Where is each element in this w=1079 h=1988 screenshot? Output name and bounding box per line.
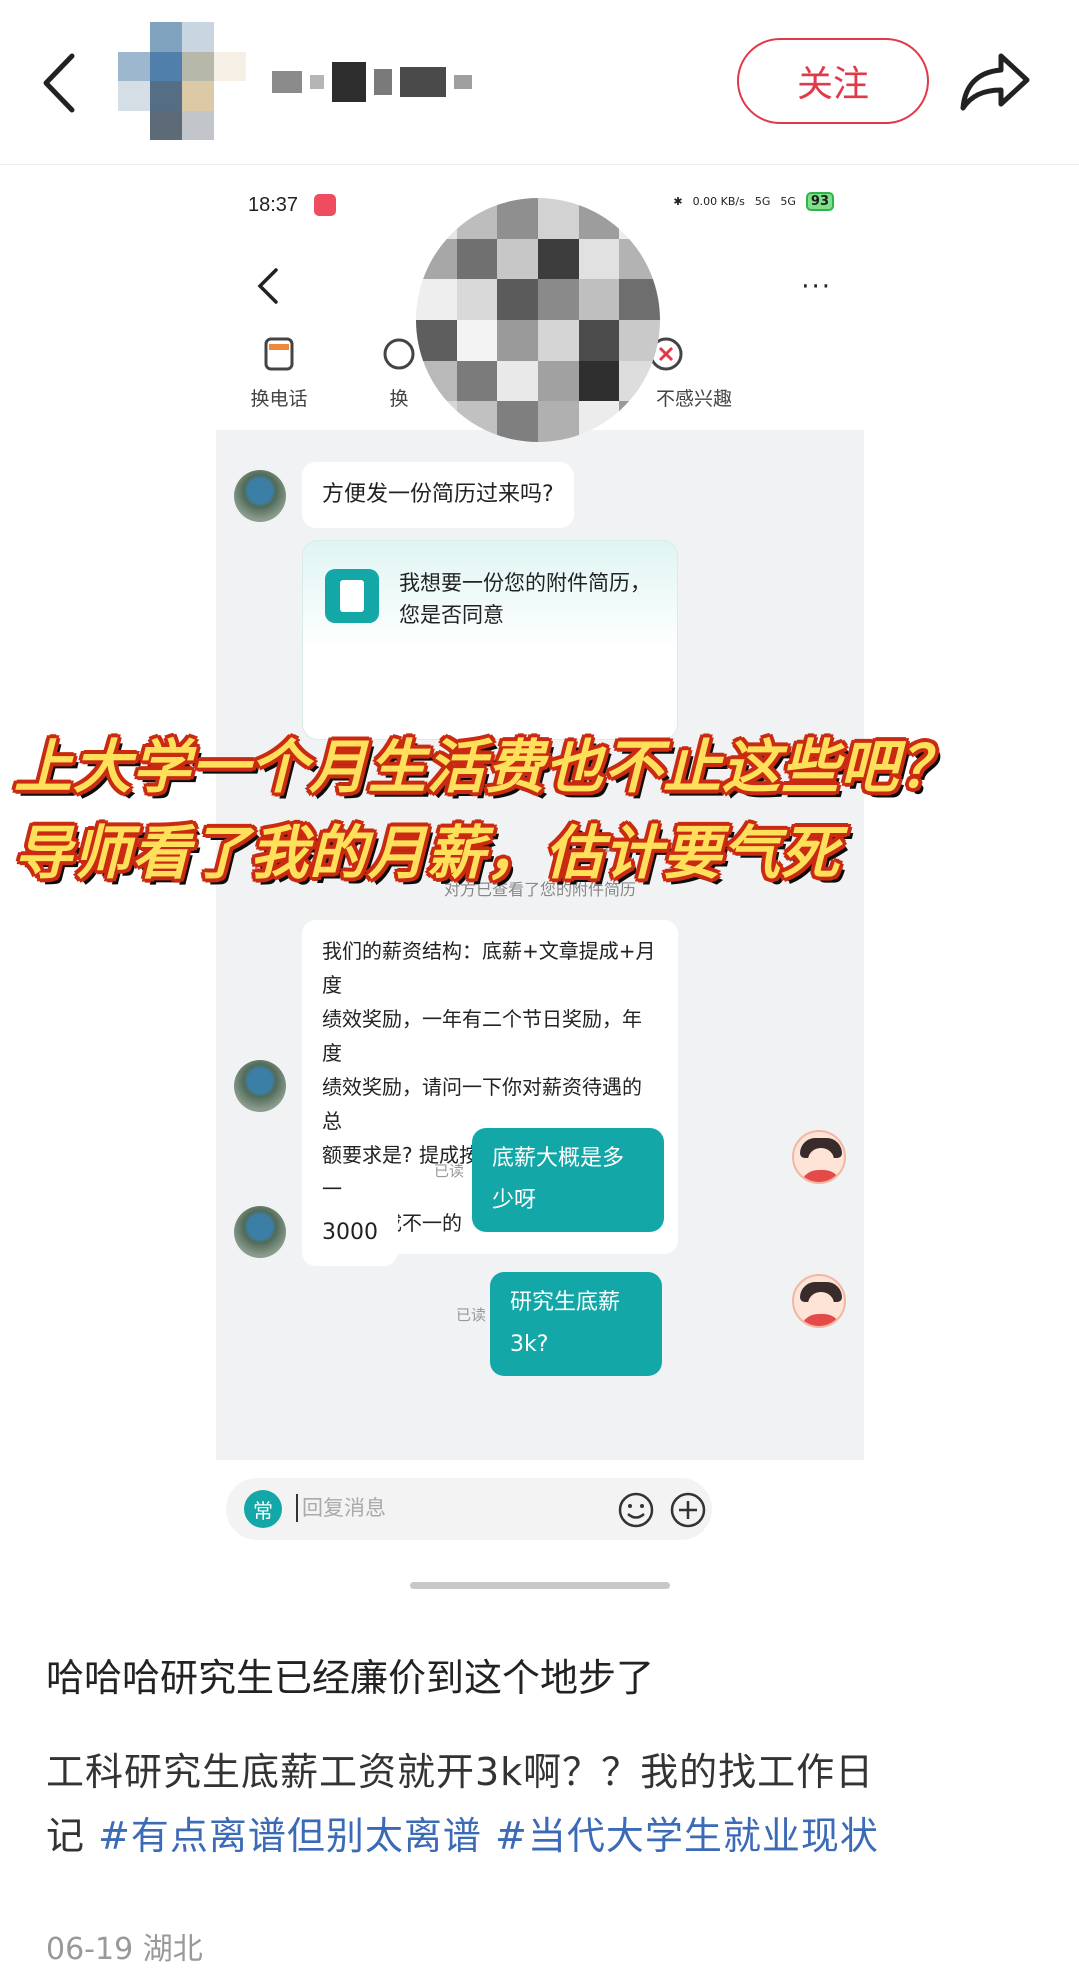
action-swap-phone[interactable]: 换电话 <box>224 334 334 411</box>
more-options-icon[interactable]: ··· <box>801 272 832 302</box>
hashtag-link[interactable]: #有点离谱但别太离谱 <box>98 1814 482 1858</box>
share-icon[interactable] <box>955 46 1035 116</box>
contact-avatar[interactable] <box>234 470 286 522</box>
embedded-chat-screenshot: 18:37 ✱ 0.00 KB/s 5G 5G 93 ··· 换电话 换 换简历 <box>216 180 864 1625</box>
post-title: 哈哈哈研究生已经廉价到这个地步了 <box>46 1656 655 1700</box>
outgoing-message: 底薪大概是多少呀 <box>472 1128 664 1232</box>
read-status: 已读 <box>434 1162 465 1180</box>
overlay-caption-line2: 导师看了我的月薪，估计要气死 <box>14 819 841 887</box>
resume-request-card: 我想要一份您的附件简历，您是否同意 <box>302 540 678 740</box>
outgoing-message: 研究生底薪3k? <box>490 1272 662 1376</box>
document-icon <box>325 569 379 623</box>
signal-5g-2: 5G <box>780 195 796 208</box>
incoming-message: 方便发一份简历过来吗? <box>302 462 574 528</box>
incoming-message: 3000 <box>302 1200 398 1266</box>
hashtag-link[interactable]: #当代大学生就业现状 <box>495 1814 879 1858</box>
action-label: 换电话 <box>250 388 308 410</box>
overlay-caption-line1: 上大学一个月生活费也不止这些吧？ <box>14 733 959 801</box>
contact-avatar[interactable] <box>234 1206 286 1258</box>
wechat-swap-icon <box>383 338 415 370</box>
my-avatar[interactable] <box>792 1274 846 1328</box>
phone-swap-icon <box>264 337 294 371</box>
bluetooth-icon: ✱ <box>673 195 683 208</box>
emoji-icon[interactable] <box>616 1490 656 1530</box>
status-indicators: ✱ 0.00 KB/s 5G 5G 93 <box>673 192 834 211</box>
common-phrases-button[interactable]: 常 <box>244 1490 282 1528</box>
chat-action-row: 换电话 换 换简历 不感兴趣 <box>216 198 864 442</box>
post-body: 工科研究生底薪工资就开3k啊？？我的找工作日 记 #有点离谱但别太离谱 #当代大… <box>46 1740 1036 1868</box>
post-location: 湖北 <box>142 1932 203 1967</box>
net-speed: 0.00 KB/s <box>692 195 745 208</box>
contact-avatar[interactable] <box>234 1060 286 1112</box>
status-time: 18:37 <box>248 194 299 216</box>
author-avatar[interactable] <box>118 22 246 140</box>
chat-back-icon[interactable] <box>256 266 280 306</box>
follow-button[interactable]: 关注 <box>737 38 929 124</box>
reply-input-placeholder[interactable]: 回复消息 <box>296 1494 386 1522</box>
plus-icon[interactable] <box>668 1490 708 1530</box>
redacted-contact-avatar <box>416 198 660 442</box>
chat-messages: 方便发一份简历过来吗? 我想要一份您的附件简历，您是否同意 给Boss 对方已查… <box>216 430 864 1460</box>
app-notification-icon <box>314 194 336 216</box>
battery-icon: 93 <box>805 192 834 211</box>
home-indicator <box>410 1582 670 1589</box>
read-status: 已读 <box>456 1306 487 1324</box>
post-meta: 06-19 湖北 <box>46 1924 203 1968</box>
post-body-line2: 记 #有点离谱但别太离谱 #当代大学生就业现状 <box>46 1814 879 1858</box>
post-body-line1: 工科研究生底薪工资就开3k啊？？我的找工作日 <box>46 1750 875 1794</box>
back-arrow-icon[interactable] <box>38 48 82 118</box>
chat-input-bar: 常 回复消息 <box>216 1460 864 1570</box>
my-avatar[interactable] <box>792 1130 846 1184</box>
signal-5g-1: 5G <box>754 195 771 208</box>
author-name[interactable] <box>272 56 502 108</box>
post-date: 06-19 <box>46 1932 134 1967</box>
resume-request-text: 我想要一份您的附件简历，您是否同意 <box>399 571 651 627</box>
top-bar: 关注 <box>0 0 1079 165</box>
